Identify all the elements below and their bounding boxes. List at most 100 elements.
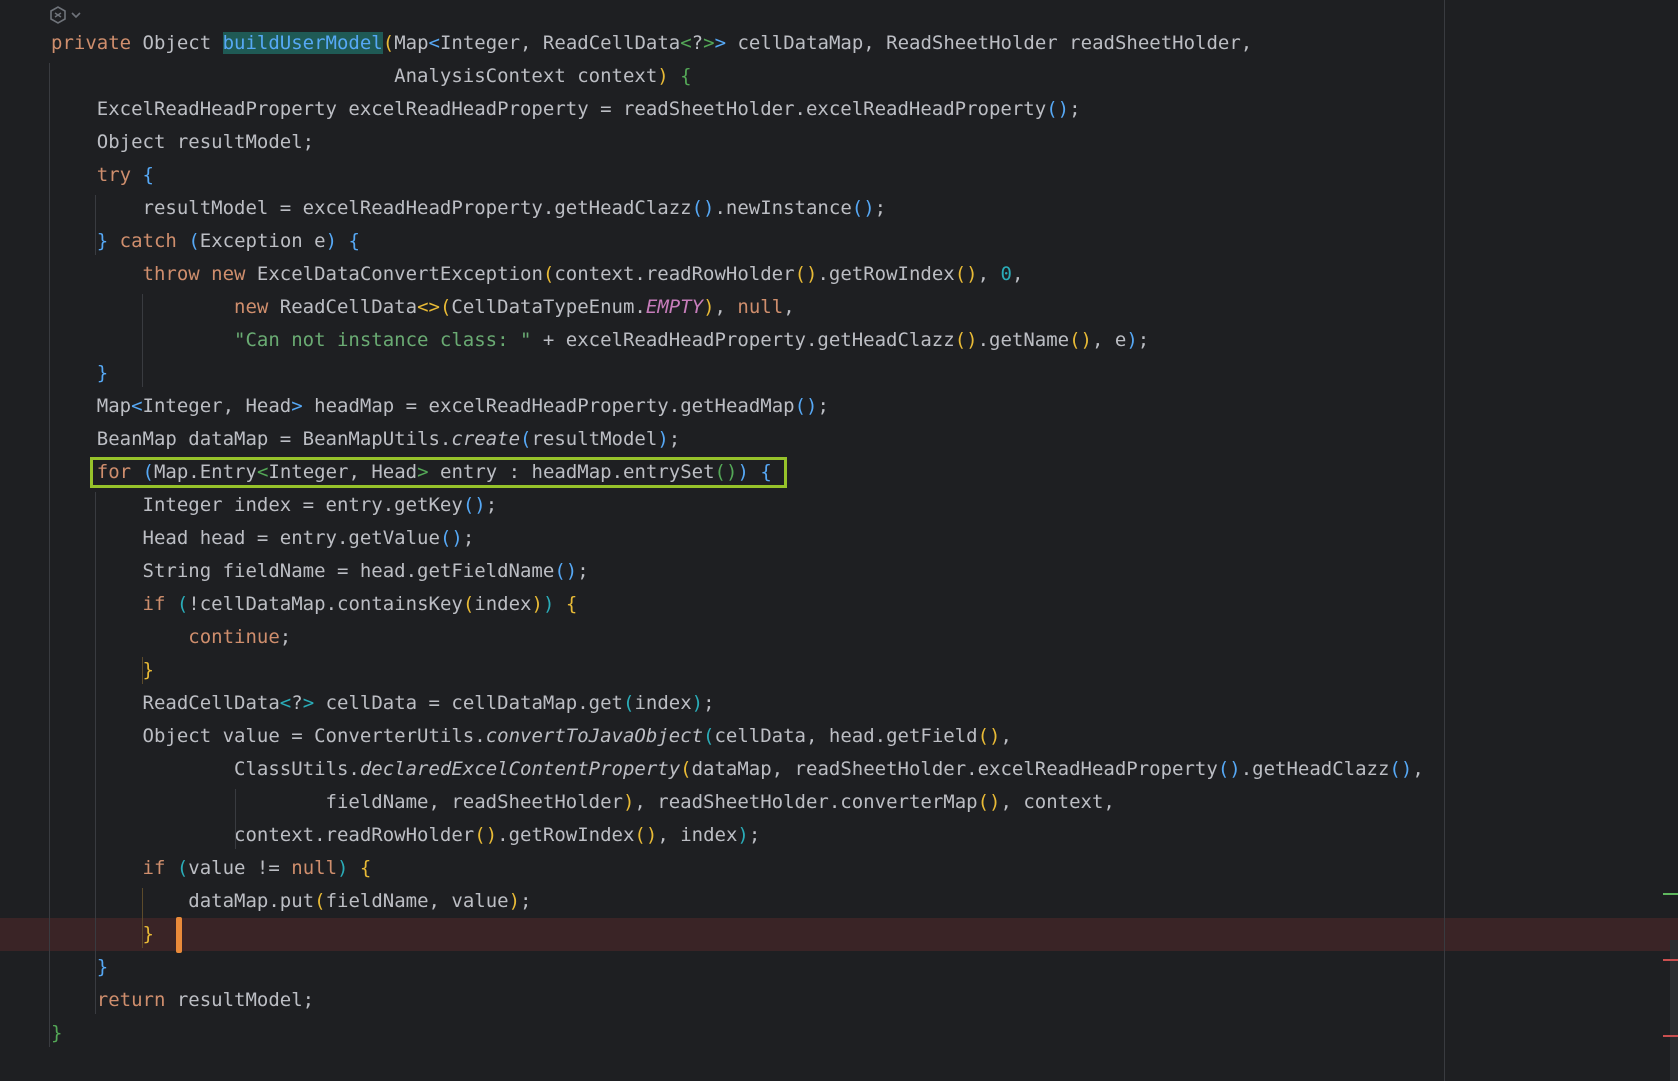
indent-guide: [141, 888, 143, 948]
code-token: context.readRowHolder: [554, 263, 795, 285]
code-token: (: [680, 758, 692, 780]
code-token: resultModel = excelReadHeadProperty.getH…: [51, 197, 692, 219]
code-line[interactable]: fieldName, readSheetHolder), readSheetHo…: [0, 786, 1678, 819]
code-line-text: if (value != null) {: [51, 852, 372, 885]
chevron-down-icon[interactable]: [70, 9, 82, 21]
code-token: ): [622, 791, 635, 813]
code-token: >: [714, 32, 727, 54]
code-line[interactable]: }: [0, 951, 1678, 984]
code-token: if: [51, 593, 166, 615]
code-token: (: [176, 857, 189, 879]
code-token: ;: [1069, 98, 1081, 120]
code-line[interactable]: ReadCellData<?> cellData = cellDataMap.g…: [0, 687, 1678, 720]
vertical-scrollbar[interactable]: [1670, 940, 1678, 1081]
code-token: (): [554, 560, 578, 582]
code-token: }: [51, 923, 154, 945]
code-token: new: [51, 296, 269, 318]
code-token: cellDataMap, ReadSheetHolder readSheetHo…: [726, 32, 1253, 54]
code-token: <>: [417, 296, 440, 318]
code-line[interactable]: new ReadCellData<>(CellDataTypeEnum.EMPT…: [0, 291, 1678, 324]
code-token: dataMap.put: [51, 890, 315, 912]
code-token: }: [51, 659, 154, 681]
code-area[interactable]: private Object buildUserModel(Map<Intege…: [0, 27, 1678, 1050]
code-token: (: [462, 593, 475, 615]
code-line[interactable]: try {: [0, 159, 1678, 192]
code-line[interactable]: ExcelReadHeadProperty excelReadHeadPrope…: [0, 93, 1678, 126]
code-line[interactable]: } catch (Exception e) {: [0, 225, 1678, 258]
code-token: (): [1389, 758, 1413, 780]
code-token: ): [657, 65, 669, 87]
code-token: (: [439, 296, 452, 318]
code-token: .getName: [977, 329, 1070, 351]
code-token: .getHeadClazz: [1240, 758, 1390, 780]
indent-guide: [49, 63, 50, 1047]
code-token: (): [954, 329, 978, 351]
code-line[interactable]: String fieldName = head.getFieldName();: [0, 555, 1678, 588]
code-line[interactable]: }: [0, 357, 1678, 390]
code-token: Object value = ConverterUtils.: [51, 725, 486, 747]
code-line[interactable]: private Object buildUserModel(Map<Intege…: [0, 27, 1678, 60]
code-line[interactable]: Object resultModel;: [0, 126, 1678, 159]
code-token: (): [851, 197, 875, 219]
code-line[interactable]: return resultModel;: [0, 984, 1678, 1017]
code-token: Integer, Head: [142, 395, 292, 417]
code-line-text: Integer index = entry.getKey();: [51, 489, 498, 522]
code-token: null: [291, 857, 338, 879]
code-line[interactable]: if (value != null) {: [0, 852, 1678, 885]
code-token: AnalysisContext context: [51, 65, 658, 87]
change-marker[interactable]: [1663, 893, 1678, 895]
code-line[interactable]: Integer index = entry.getKey();: [0, 489, 1678, 522]
code-line-text: }: [51, 357, 108, 390]
code-line[interactable]: Map<Integer, Head> headMap = excelReadHe…: [0, 390, 1678, 423]
code-line[interactable]: ClassUtils.declaredExcelContentProperty(…: [0, 753, 1678, 786]
code-token: BeanMap dataMap = BeanMapUtils.: [51, 428, 452, 450]
code-token: ;: [462, 527, 475, 549]
error-marker[interactable]: [1663, 959, 1678, 961]
code-line[interactable]: Object value = ConverterUtils.convertToJ…: [0, 720, 1678, 753]
indent-guide: [95, 492, 97, 1014]
code-token: ): [703, 296, 715, 318]
code-token: }: [51, 1022, 63, 1044]
code-line-text: } catch (Exception e) {: [51, 225, 360, 258]
code-line-text: "Can not instance class: " + excelReadHe…: [51, 324, 1149, 357]
code-line[interactable]: }: [0, 1017, 1678, 1050]
code-token: .newInstance: [714, 197, 852, 219]
indent-guide: [95, 195, 97, 255]
code-line-text: if (!cellDataMap.containsKey(index)) {: [51, 588, 578, 621]
indent-guide: [141, 657, 143, 684]
code-token: ?: [291, 692, 303, 714]
code-line[interactable]: }: [0, 654, 1678, 687]
code-line[interactable]: Head head = entry.getValue();: [0, 522, 1678, 555]
code-token: ;: [1137, 329, 1150, 351]
code-line[interactable]: resultModel = excelReadHeadProperty.getH…: [0, 192, 1678, 225]
error-marker[interactable]: [1663, 1035, 1678, 1037]
code-token: (): [474, 824, 498, 846]
code-token: <: [279, 692, 292, 714]
code-line[interactable]: continue;: [0, 621, 1678, 654]
ai-assistant-icon[interactable]: [48, 5, 68, 25]
code-token: }: [51, 362, 109, 384]
code-line[interactable]: AnalysisContext context) {: [0, 60, 1678, 93]
code-token: 0: [1000, 263, 1012, 285]
code-token: .getRowIndex: [817, 263, 955, 285]
code-token: context.readRowHolder: [51, 824, 475, 846]
code-line[interactable]: context.readRowHolder().getRowIndex(), i…: [0, 819, 1678, 852]
code-line[interactable]: if (!cellDataMap.containsKey(index)) {: [0, 588, 1678, 621]
code-token: (): [1069, 329, 1092, 351]
code-line[interactable]: BeanMap dataMap = BeanMapUtils.create(re…: [0, 423, 1678, 456]
code-line[interactable]: throw new ExcelDataConvertException(cont…: [0, 258, 1678, 291]
gutter-toolbar[interactable]: [48, 4, 82, 26]
code-line-text: new ReadCellData<>(CellDataTypeEnum.EMPT…: [51, 291, 795, 324]
code-line[interactable]: }: [0, 918, 1678, 951]
code-token: EMPTY: [645, 296, 704, 318]
code-line[interactable]: "Can not instance class: " + excelReadHe…: [0, 324, 1678, 357]
code-token: ): [325, 230, 338, 252]
right-margin-guide: [1444, 0, 1445, 1081]
code-editor[interactable]: private Object buildUserModel(Map<Intege…: [0, 0, 1678, 1081]
code-line-text: ExcelReadHeadProperty excelReadHeadPrope…: [51, 93, 1081, 126]
code-line[interactable]: dataMap.put(fieldName, value);: [0, 885, 1678, 918]
code-token: (: [703, 725, 715, 747]
